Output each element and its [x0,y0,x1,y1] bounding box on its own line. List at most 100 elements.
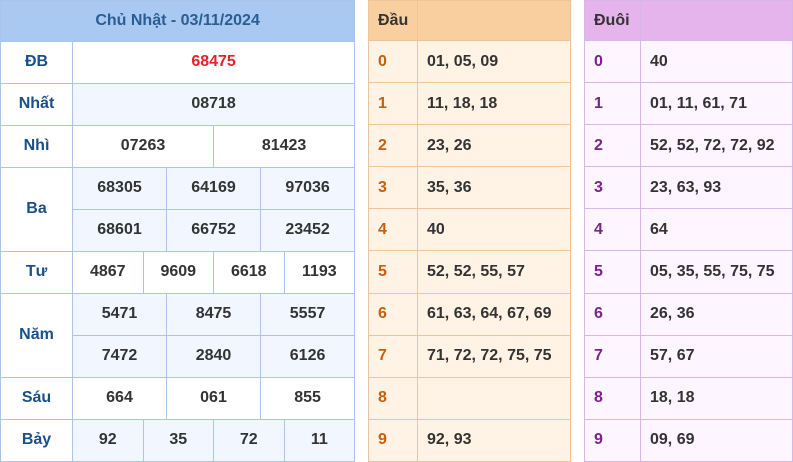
table-row: 3 23, 63, 93 [584,166,793,210]
dau-values: 71, 72, 72, 75, 75 [417,334,571,378]
duoi-index: 9 [584,418,641,462]
prize-tu-value: 9609 [142,250,214,294]
table-row: 3 35, 36 [368,166,571,210]
dau-values: 35, 36 [417,166,571,210]
prize-tu-value: 4867 [72,250,144,294]
dau-index: 0 [368,40,418,84]
prize-bay-value: 35 [142,418,214,462]
dau-index: 5 [368,250,418,294]
duoi-index: 1 [584,82,641,126]
duoi-index: 6 [584,292,641,336]
duoi-values: 64 [640,208,793,252]
table-row: 2 23, 26 [368,124,571,168]
prize-tu-value: 1193 [283,250,356,294]
table-row: 0 01, 05, 09 [368,40,571,84]
duoi-values: 23, 63, 93 [640,166,793,210]
dau-values: 23, 26 [417,124,571,168]
duoi-index: 0 [584,40,641,84]
prize-nhi-value: 81423 [212,124,356,168]
dau-table: Đầu 0 01, 05, 09 1 11, 18, 18 2 23, 26 3 35,… [368,0,571,462]
table-row: 6 26, 36 [584,292,793,336]
duoi-values: 52, 52, 72, 72, 92 [640,124,793,168]
prize-nam-value: 7472 [72,334,167,378]
prize-ba-value: 68305 [72,166,167,210]
duoi-values: 57, 67 [640,334,793,378]
table-row: 5 52, 52, 55, 57 [368,250,571,294]
table-row: 4 64 [584,208,793,252]
dau-index: 3 [368,166,418,210]
dau-index: 4 [368,208,418,252]
lottery-results-table: Chủ Nhật - 03/11/2024 ĐB 68475 Nhất 0871… [0,0,356,462]
prize-label-sau: Sáu [0,376,73,420]
prize-label-tu: Tư [0,250,73,294]
duoi-index: 2 [584,124,641,168]
duoi-values: 18, 18 [640,376,793,420]
prize-nam-value: 8475 [166,292,261,336]
dau-values: 61, 63, 64, 67, 69 [417,292,571,336]
dau-values: 40 [417,208,571,252]
table-row: 0 40 [584,40,793,84]
dau-header-blank [417,0,571,42]
dau-values: 01, 05, 09 [417,40,571,84]
prize-label-ba: Ba [0,166,73,252]
table-row: 2 52, 52, 72, 72, 92 [584,124,793,168]
prize-nhat-value: 08718 [71,82,356,126]
duoi-header: Đuôi [584,0,641,42]
table-row: 9 09, 69 [584,418,793,462]
dau-values [417,376,571,420]
prize-ba-value: 64169 [166,166,261,210]
table-row: 7 71, 72, 72, 75, 75 [368,334,571,378]
prize-nam-value: 6126 [259,334,356,378]
dau-values: 52, 52, 55, 57 [417,250,571,294]
duoi-index: 5 [584,250,641,294]
duoi-values: 01, 11, 61, 71 [640,82,793,126]
prize-ba-value: 66752 [166,208,261,252]
prize-sau-value: 664 [72,376,167,420]
prize-ba-value: 23452 [259,208,356,252]
duoi-index: 8 [584,376,641,420]
duoi-values: 40 [640,40,793,84]
dau-values: 92, 93 [417,418,571,462]
table-row: 1 11, 18, 18 [368,82,571,126]
table-row: 8 [368,376,571,420]
prize-tu-value: 6618 [213,250,285,294]
duoi-header-blank [640,0,793,42]
dau-index: 7 [368,334,418,378]
prize-bay-value: 11 [283,418,356,462]
prize-sau-value: 061 [166,376,261,420]
prize-nhi-value: 07263 [72,124,214,168]
duoi-table: Đuôi 0 40 1 01, 11, 61, 71 2 52, 52, 72, 72… [584,0,793,462]
table-row: 6 61, 63, 64, 67, 69 [368,292,571,336]
prize-label-nhat: Nhất [0,82,73,126]
dau-index: 2 [368,124,418,168]
prize-label-nam: Năm [0,292,73,378]
prize-bay-value: 72 [213,418,285,462]
prize-label-db: ĐB [0,40,73,84]
prize-label-bay: Bảy [0,418,73,462]
prize-nam-value: 5557 [259,292,356,336]
prize-label-nhi: Nhì [0,124,73,168]
dau-index: 6 [368,292,418,336]
duoi-values: 26, 36 [640,292,793,336]
table-row: 8 18, 18 [584,376,793,420]
prize-ba-value: 68601 [72,208,167,252]
duoi-index: 4 [584,208,641,252]
table-row: 7 57, 67 [584,334,793,378]
table-row: 4 40 [368,208,571,252]
prize-db-value: 68475 [71,40,356,84]
table-row: 9 92, 93 [368,418,571,462]
dau-index: 8 [368,376,418,420]
dau-header: Đầu [368,0,418,42]
table-row: 1 01, 11, 61, 71 [584,82,793,126]
prize-nam-value: 5471 [72,292,167,336]
prize-nam-value: 2840 [166,334,261,378]
dau-index: 1 [368,82,418,126]
duoi-values: 05, 35, 55, 75, 75 [640,250,793,294]
duoi-values: 09, 69 [640,418,793,462]
table-row: 5 05, 35, 55, 75, 75 [584,250,793,294]
dau-index: 9 [368,418,418,462]
prize-sau-value: 855 [259,376,356,420]
duoi-index: 7 [584,334,641,378]
prize-ba-value: 97036 [259,166,356,210]
duoi-index: 3 [584,166,641,210]
